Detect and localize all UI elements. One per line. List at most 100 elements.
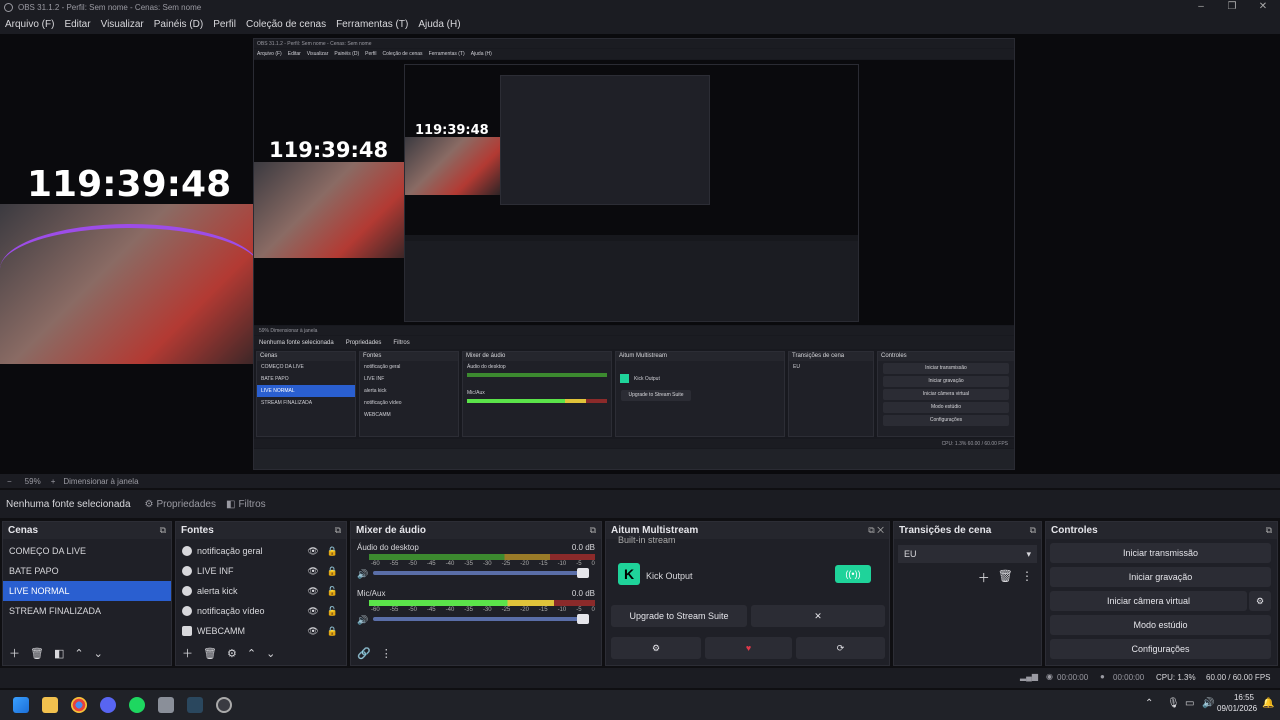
scene-item-selected[interactable]: LIVE NORMAL	[3, 581, 171, 601]
menu-ferramentas[interactable]: Ferramentas (T)	[336, 19, 408, 30]
add-transition-icon[interactable]: ＋	[978, 569, 990, 586]
zoom-out-button[interactable]: −	[7, 477, 12, 486]
menu-ajuda[interactable]: Ajuda (H)	[418, 19, 460, 30]
menu-arquivo[interactable]: Arquivo (F)	[5, 19, 54, 30]
move-down-icon[interactable]: ⌄	[266, 647, 275, 660]
zoom-mode[interactable]: Dimensionar à janela	[63, 477, 138, 486]
transition-select[interactable]: EU ▾	[898, 545, 1037, 563]
source-item[interactable]: notificação geral 👁 🔒	[176, 541, 346, 561]
heart-icon[interactable]: ♥	[705, 637, 792, 659]
more-options-icon[interactable]: ⋮	[1021, 569, 1033, 586]
menu-editar[interactable]: Editar	[64, 19, 90, 30]
menu-visualizar[interactable]: Visualizar	[101, 19, 144, 30]
meter-level	[369, 600, 555, 606]
speaker-icon[interactable]: 🔊	[357, 569, 368, 580]
remove-transition-icon[interactable]: 🗑	[998, 569, 1013, 586]
scene-filters-icon[interactable]: ◧	[54, 647, 64, 660]
dock-menu-icon[interactable]: ⧉	[1266, 525, 1272, 536]
move-up-icon[interactable]: ⌃	[74, 647, 83, 660]
chevron-down-icon: ▾	[1026, 548, 1031, 559]
channel-db: 0.0 dB	[571, 589, 595, 598]
slider-knob[interactable]	[577, 568, 589, 578]
start-recording-button[interactable]: Iniciar gravação	[1050, 567, 1271, 587]
remove-source-icon[interactable]: 🗑	[203, 647, 217, 660]
source-settings-icon[interactable]: ⚙	[227, 647, 237, 660]
eye-icon[interactable]: 👁	[307, 586, 318, 596]
scene-item[interactable]: BATE PAPO	[3, 561, 171, 581]
scene-item[interactable]: COMEÇO DA LIVE	[3, 541, 171, 561]
link-icon[interactable]: 🔗	[357, 647, 371, 660]
zoom-in-button[interactable]: +	[51, 477, 56, 486]
preview-zoom-bar: − 59% + Dimensionar à janela	[0, 474, 1280, 488]
notification-icon[interactable]: 🔔	[1262, 698, 1274, 709]
add-source-icon[interactable]: ＋	[182, 645, 193, 661]
scene-item[interactable]: STREAM FINALIZADA	[3, 601, 171, 621]
spotify-icon[interactable]	[129, 697, 145, 713]
kick-stream-toggle[interactable]: ((•))	[835, 565, 871, 583]
virtual-camera-settings-icon[interactable]: ⚙	[1249, 591, 1271, 611]
maximize-button[interactable]: ❐	[1221, 0, 1243, 14]
close-upgrade-button[interactable]: ✕	[751, 605, 885, 627]
dock-menu-icon[interactable]: ⧉	[335, 525, 341, 536]
filters-button[interactable]: ◧ Filtros	[226, 499, 266, 510]
volume-icon[interactable]: 🔊	[1202, 698, 1214, 709]
microphone-icon[interactable]: 🎙	[1167, 698, 1180, 709]
eye-icon[interactable]: 👁	[307, 606, 318, 616]
source-item[interactable]: WEBCAMM 👁 🔒	[176, 621, 346, 641]
slider-knob[interactable]	[577, 614, 589, 624]
eye-icon[interactable]: 👁	[307, 626, 318, 636]
lock-icon[interactable]: 🔒	[327, 546, 338, 556]
discord-icon[interactable]	[100, 697, 116, 713]
window-titlebar: OBS 31.1.2 - Perfil: Sem nome - Cenas: S…	[0, 0, 1280, 14]
menu-paineis[interactable]: Painéis (D)	[154, 19, 203, 30]
nested-control-button: Configurações	[883, 415, 1009, 426]
aitum-settings-button[interactable]: ⚙	[611, 637, 701, 659]
properties-button[interactable]: ⚙ Propriedades	[145, 499, 216, 510]
source-item[interactable]: notificação vídeo 👁 🔓	[176, 601, 346, 621]
chrome-icon[interactable]	[71, 697, 87, 713]
volume-slider[interactable]	[373, 568, 589, 578]
steam-icon[interactable]	[187, 697, 203, 713]
system-clock-time[interactable]: 16:55	[1226, 693, 1254, 702]
remove-scene-icon[interactable]: 🗑	[30, 647, 44, 660]
obs-icon[interactable]	[216, 697, 232, 713]
lock-icon[interactable]: 🔓	[327, 586, 338, 596]
move-up-icon[interactable]: ⌃	[247, 647, 256, 660]
lock-icon[interactable]: 🔒	[327, 566, 338, 576]
lock-icon[interactable]: 🔓	[327, 606, 338, 616]
studio-mode-button[interactable]: Modo estúdio	[1050, 615, 1271, 635]
start-streaming-button[interactable]: Iniciar transmissão	[1050, 543, 1271, 563]
eye-icon[interactable]: 👁	[307, 566, 318, 576]
lock-icon[interactable]: 🔒	[327, 626, 338, 636]
settings-button[interactable]: Configurações	[1050, 639, 1271, 659]
minimize-button[interactable]: –	[1190, 0, 1212, 14]
start-virtual-camera-button[interactable]: Iniciar câmera virtual	[1050, 591, 1247, 611]
menu-perfil[interactable]: Perfil	[213, 19, 236, 30]
source-item[interactable]: LIVE INF 👁 🔒	[176, 561, 346, 581]
upgrade-stream-suite-button[interactable]: Upgrade to Stream Suite	[611, 605, 747, 627]
dock-menu-icon[interactable]: ⧉	[590, 525, 596, 536]
dock-menu-icon[interactable]: ⧉	[1030, 525, 1036, 536]
menu-colecao-cenas[interactable]: Coleção de cenas	[246, 19, 326, 30]
system-clock-date[interactable]: 09/01/2026	[1217, 704, 1257, 713]
chevron-up-icon[interactable]: ⌃	[1145, 698, 1153, 709]
settings-icon[interactable]	[158, 697, 174, 713]
volume-slider[interactable]	[373, 614, 589, 624]
file-explorer-icon[interactable]	[42, 697, 58, 713]
dock-menu-icon[interactable]: ⧉	[160, 525, 166, 536]
nested-menubar: Arquivo (F) Editar Visualizar Painéis (D…	[254, 49, 1014, 59]
add-scene-icon[interactable]: ＋	[9, 645, 20, 661]
nested-titlebar: OBS 31.1.2 - Perfil: Sem nome - Cenas: S…	[254, 39, 1014, 48]
speaker-icon[interactable]: 🔊	[357, 615, 368, 626]
volume-meter	[369, 600, 595, 606]
dock-menu-icon[interactable]: ⧉ ✕	[868, 525, 884, 536]
move-down-icon[interactable]: ⌄	[94, 647, 103, 660]
eye-icon[interactable]: 👁	[307, 546, 318, 556]
monitor-icon[interactable]: ▭	[1185, 698, 1194, 709]
nested-menu-item: Painéis (D)	[334, 51, 360, 57]
close-window-button[interactable]: ✕	[1252, 0, 1274, 14]
windows-start-icon[interactable]	[13, 697, 29, 713]
more-options-icon[interactable]: ⋮	[381, 647, 392, 660]
refresh-icon[interactable]: ⟳	[796, 637, 885, 659]
source-item[interactable]: alerta kick 👁 🔓	[176, 581, 346, 601]
